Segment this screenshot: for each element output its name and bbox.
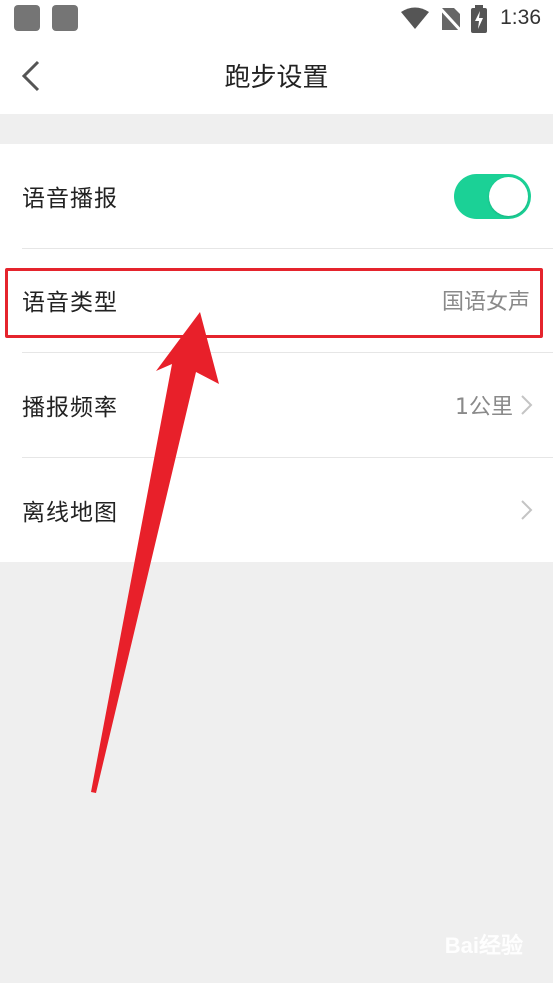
wifi-icon <box>401 7 429 29</box>
page-title: 跑步设置 <box>224 63 329 93</box>
setting-label: 离线地图 <box>22 500 118 526</box>
toggle-knob <box>489 177 528 216</box>
setting-row-voice-broadcast: 语音播报 <box>0 144 553 248</box>
settings-list: 语音播报 语音类型 国语女声 播报频率 1公里 离线地图 <box>0 144 553 562</box>
battery-charging-icon <box>471 5 487 33</box>
notification-icon <box>52 5 78 31</box>
setting-label: 语音播报 <box>22 186 118 212</box>
no-sim-icon <box>440 6 462 32</box>
nav-bar: 跑步设置 <box>0 38 553 114</box>
clock: 1:36 <box>500 6 541 29</box>
chevron-right-icon <box>521 395 533 415</box>
status-bar: 1:36 <box>0 0 553 38</box>
notification-icon <box>14 5 40 31</box>
setting-label: 语音类型 <box>22 290 118 316</box>
chevron-right-icon <box>521 500 533 520</box>
voice-broadcast-toggle[interactable] <box>454 174 531 219</box>
setting-value: 国语女声 <box>441 290 530 315</box>
setting-row-offline-map[interactable]: 离线地图 <box>0 458 553 562</box>
setting-row-voice-type[interactable]: 语音类型 国语女声 <box>0 248 553 352</box>
setting-row-broadcast-frequency[interactable]: 播报频率 1公里 <box>0 353 553 457</box>
setting-value: 1公里 <box>455 395 513 420</box>
setting-label: 播报频率 <box>22 395 118 421</box>
watermark: Bai经验 <box>444 933 523 958</box>
